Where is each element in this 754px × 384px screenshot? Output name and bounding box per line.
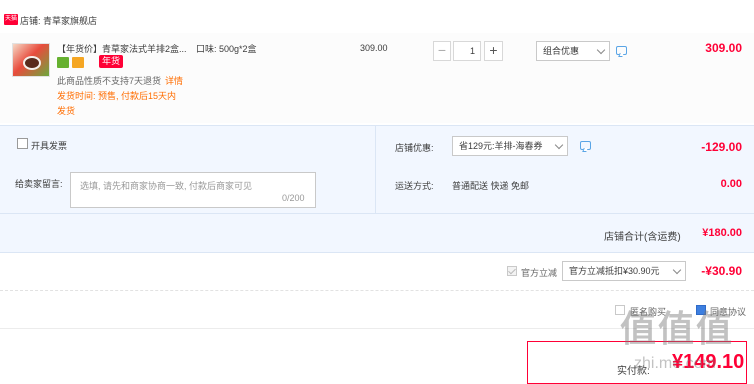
shipping-cost: 0.00 (720, 178, 742, 190)
product-title-link[interactable]: 【年货价】青草家法式羊排2盒... (57, 42, 193, 55)
invoice-checkbox[interactable] (17, 138, 28, 149)
chat-icon[interactable] (580, 141, 591, 150)
shop-discount-amount: -129.00 (701, 140, 742, 154)
guarantee-icon (57, 57, 69, 68)
watermark-url: zhi.me.com (634, 355, 716, 372)
details-link[interactable]: 详情 (165, 74, 183, 87)
platform-discount-select[interactable]: 官方立减抵扣¥30.90元 (562, 261, 686, 281)
platform-discount-label: 官方立减 (521, 268, 558, 278)
product-thumbnail[interactable] (12, 43, 50, 77)
store-name[interactable]: 店铺: 青草家旗舰店 (20, 14, 97, 27)
platform-discount-value: 官方立减抵扣¥30.90元 (569, 266, 660, 276)
shipping-method-value: 普通配送 快递 免邮 (452, 181, 530, 191)
seller-message-label: 给卖家留言: (15, 179, 63, 189)
item-subtotal: 309.00 (705, 41, 742, 55)
platform-discount-checkbox[interactable] (507, 266, 517, 276)
panel-separator (0, 213, 754, 214)
chevron-down-icon (554, 140, 564, 150)
quantity-decrement-button[interactable]: − (433, 41, 451, 61)
shop-discount-label: 店铺优惠: (395, 143, 434, 153)
store-total-value: ¥180.00 (702, 227, 742, 239)
chevron-down-icon (672, 265, 682, 275)
ship-time-notice: 发货时间: 预售, 付款后15天内 (57, 91, 177, 101)
shipping-method-label: 运送方式: (395, 181, 434, 191)
seller-message-placeholder: 选填, 请先和商家协商一致, 付款后商家可见 (80, 181, 253, 191)
chevron-down-icon (596, 45, 606, 55)
promo-tag: 年货 (99, 55, 124, 68)
quantity-increment-button[interactable]: + (484, 41, 503, 61)
product-sku: 口味: 500g*2盒 (196, 44, 257, 54)
chat-icon[interactable] (616, 46, 627, 55)
combo-discount-value: 组合优惠 (543, 46, 580, 56)
shop-coupon-select[interactable]: 省129元:羊排-海春券 (452, 136, 568, 156)
combo-discount-select[interactable]: 组合优惠 (536, 41, 610, 61)
tmall-badge-icon: 天猫 (4, 14, 18, 25)
quantity-input[interactable]: 1 (453, 41, 481, 61)
store-total-label: 店铺合计(含运费) (604, 232, 681, 243)
ship-time-notice-tail: 发货 (57, 106, 76, 116)
credit-card-icon (72, 57, 84, 68)
unit-price: 309.00 (360, 43, 388, 53)
watermark-logo: 值值值 (620, 308, 735, 349)
section-divider (0, 290, 754, 291)
platform-discount-amount: -¥30.90 (701, 264, 742, 278)
panel-divider (375, 126, 376, 213)
invoice-label[interactable]: 开具发票 (31, 139, 67, 152)
shop-coupon-value: 省129元:羊排-海春券 (459, 141, 543, 151)
no-return-notice: 此商品性质不支持7天退货 (57, 76, 162, 86)
message-char-count: 0/200 (282, 193, 305, 203)
